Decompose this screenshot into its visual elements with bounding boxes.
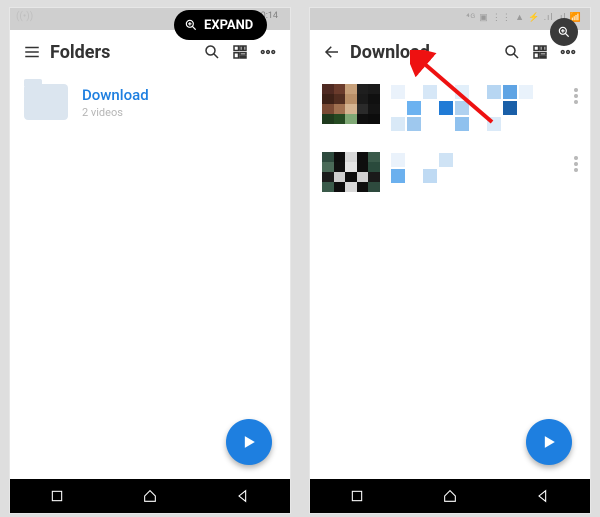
zoom-button[interactable] — [550, 18, 578, 46]
item-more-icon[interactable] — [574, 156, 578, 172]
folder-list: Download 2 videos — [10, 74, 290, 454]
video-row-1[interactable] — [310, 74, 590, 142]
item-more-icon[interactable] — [574, 88, 578, 104]
app-bar: Download — [310, 30, 590, 74]
android-nav-bar — [310, 479, 590, 513]
view-toggle-icon[interactable] — [226, 38, 254, 66]
page-title: Folders — [50, 42, 110, 63]
search-icon[interactable] — [498, 38, 526, 66]
phone-folders-screen: ((•)) 0:14 Folders Download 2 videos — [10, 8, 290, 513]
view-toggle-icon[interactable] — [526, 38, 554, 66]
video-row-2[interactable] — [310, 142, 590, 202]
folder-name: Download — [82, 86, 149, 104]
hamburger-menu-icon[interactable] — [18, 38, 46, 66]
folder-row-download[interactable]: Download 2 videos — [10, 74, 290, 120]
folder-icon — [24, 84, 68, 120]
expand-button[interactable]: EXPAND — [174, 10, 267, 40]
play-fab[interactable] — [526, 419, 572, 465]
play-fab[interactable] — [226, 419, 272, 465]
video-list — [310, 74, 590, 454]
broadcast-icon: ((•)) — [16, 11, 33, 22]
search-icon[interactable] — [198, 38, 226, 66]
back-arrow-icon[interactable] — [318, 38, 346, 66]
home-icon[interactable] — [441, 487, 459, 505]
video-thumbnail — [322, 84, 380, 124]
android-nav-bar — [10, 479, 290, 513]
video-thumbnail — [322, 152, 380, 192]
home-icon[interactable] — [141, 487, 159, 505]
video-title-blur — [390, 152, 500, 184]
phone-download-screen: ⁴ᴳ ▣ ⋮⋮ ▲ ⚡ .ıl .ıl 📶 Download — [310, 8, 590, 513]
expand-label: EXPAND — [204, 18, 253, 33]
video-title-blur — [390, 84, 540, 132]
status-bar: ⁴ᴳ ▣ ⋮⋮ ▲ ⚡ .ıl .ıl 📶 — [310, 8, 590, 30]
page-title: Download — [350, 42, 430, 63]
recent-apps-icon[interactable] — [348, 487, 366, 505]
back-icon[interactable] — [234, 487, 252, 505]
recent-apps-icon[interactable] — [48, 487, 66, 505]
more-icon[interactable] — [254, 38, 282, 66]
back-icon[interactable] — [534, 487, 552, 505]
folder-subtitle: 2 videos — [82, 106, 149, 119]
